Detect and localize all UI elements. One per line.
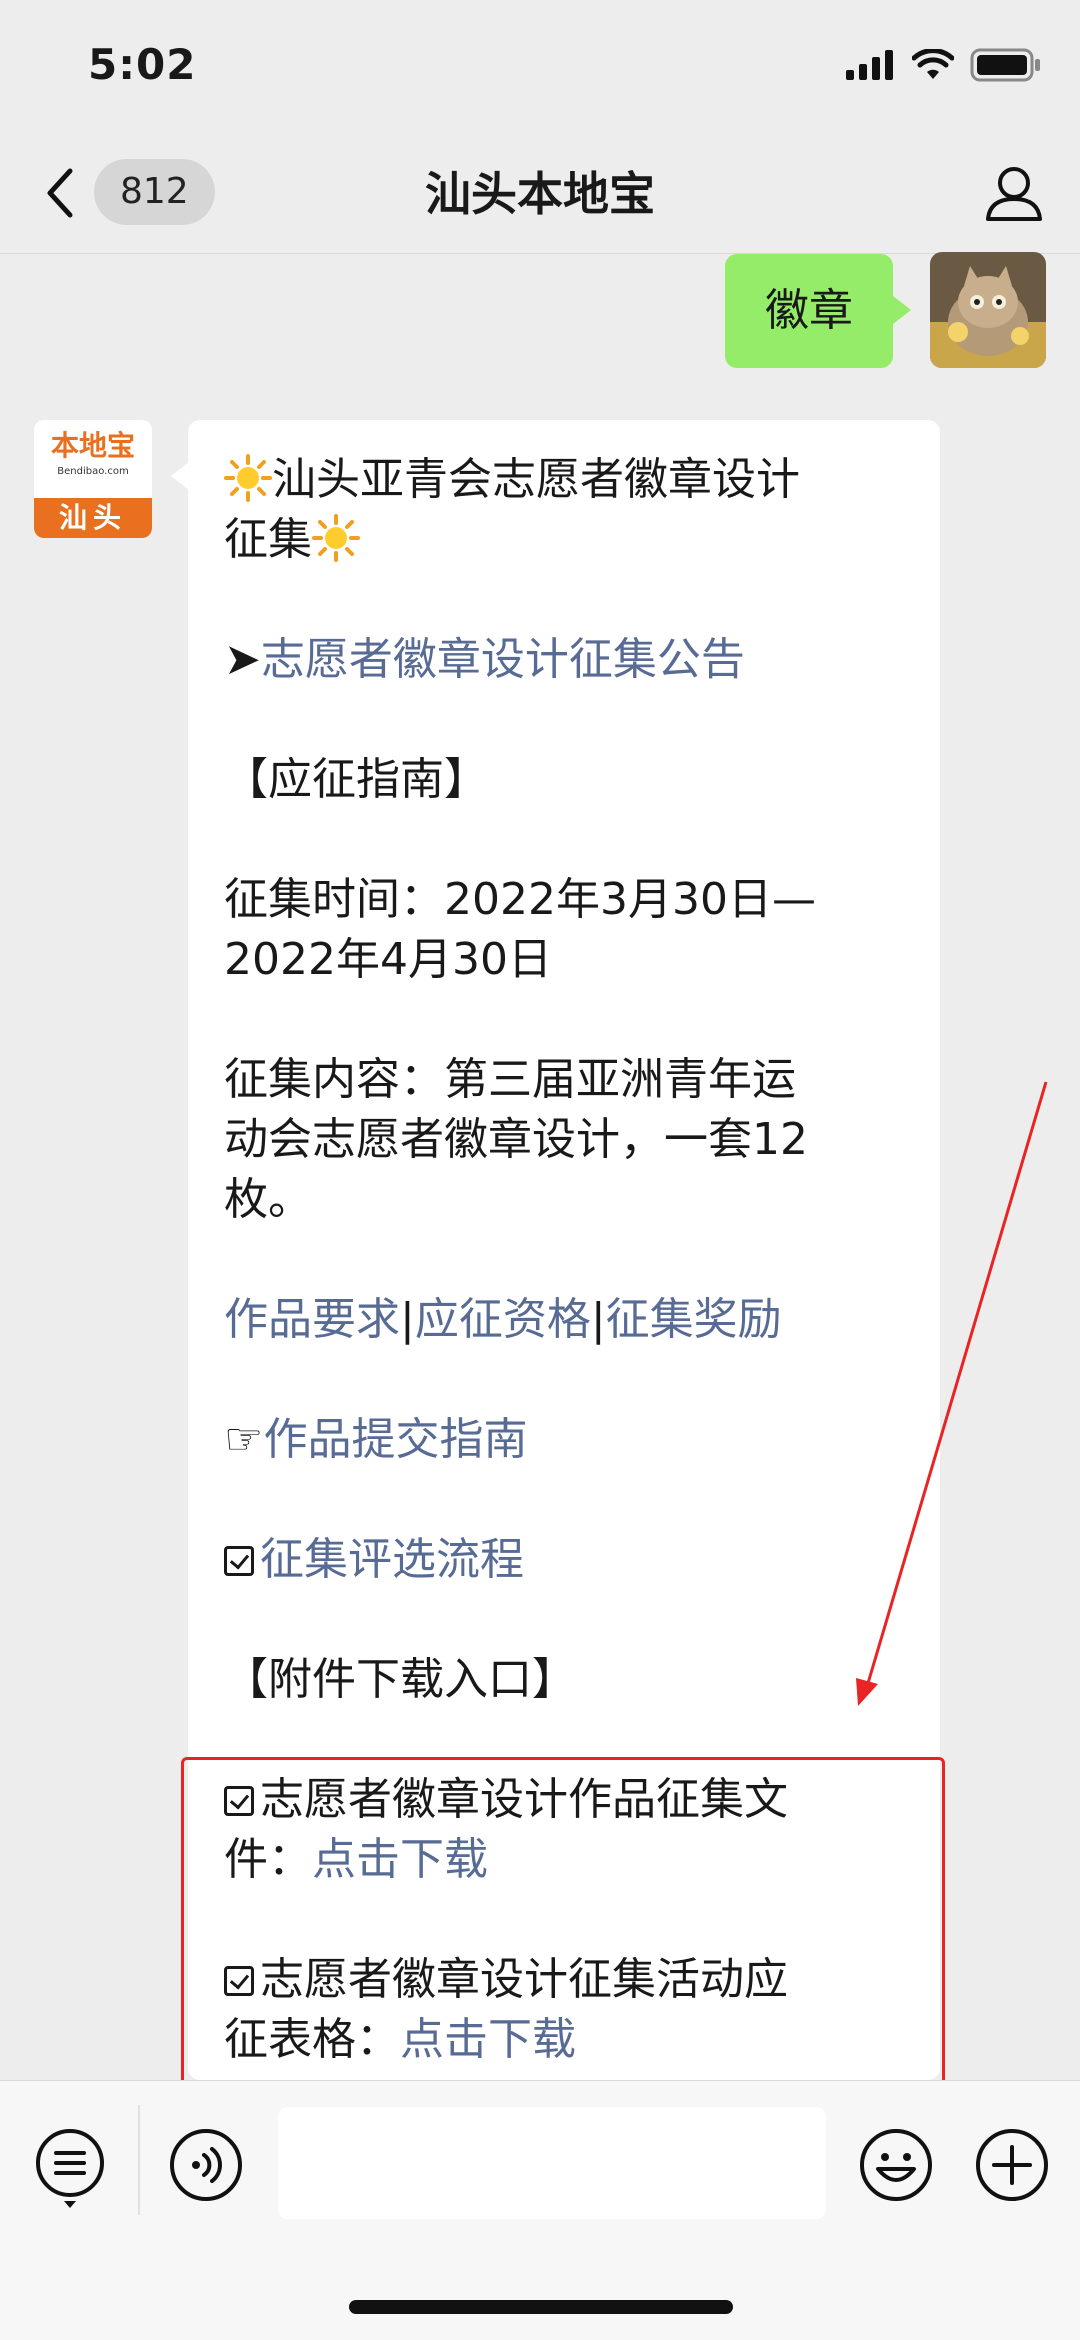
bar-divider	[138, 2105, 140, 2215]
collection-content-line3: 枚。	[224, 1174, 312, 1225]
official-account-avatar[interactable]: 本地宝 Bendibao.com 汕头	[34, 420, 152, 538]
add-plus-icon[interactable]	[974, 2127, 1050, 2203]
profile-icon[interactable]	[982, 161, 1046, 225]
menu-list-icon[interactable]	[34, 2127, 106, 2209]
voice-input-icon[interactable]	[168, 2127, 244, 2203]
pointing-hand-icon: ☞	[224, 1414, 264, 1465]
home-indicator[interactable]	[349, 2300, 733, 2314]
collection-time-line1: 征集时间：2022年3月30日—	[224, 874, 816, 925]
status-icons	[846, 48, 1042, 82]
chat-title: 汕头本地宝	[425, 167, 655, 221]
logo-url-text: Bendibao.com	[57, 466, 129, 477]
signal-icon	[846, 50, 893, 80]
guide-heading: 【应征指南】	[224, 754, 488, 805]
eligibility-link[interactable]: 应征资格	[415, 1294, 591, 1345]
user-avatar[interactable]	[930, 252, 1046, 368]
emoji-icon[interactable]	[858, 2127, 934, 2203]
link-separator: |	[400, 1294, 415, 1345]
annotation-highlight-box	[181, 1757, 945, 2092]
selection-process-link[interactable]: 征集评选流程	[260, 1534, 524, 1585]
status-time: 5:02	[88, 40, 197, 89]
message-text-input[interactable]	[278, 2107, 826, 2219]
sun-emoji-icon	[224, 454, 272, 502]
announcement-link[interactable]: 志愿者徽章设计征集公告	[261, 634, 745, 685]
checkbox-icon	[224, 1546, 254, 1576]
wifi-icon	[912, 49, 954, 79]
logo-city-text: 汕头	[34, 498, 152, 538]
arrow-icon: ➤	[224, 634, 261, 685]
cat-avatar-image	[930, 252, 1046, 368]
submission-guide-link[interactable]: 作品提交指南	[263, 1414, 527, 1465]
status-bar: 5:02	[0, 0, 1080, 135]
nav-bar: 812 汕头本地宝	[0, 135, 1080, 254]
battery-icon	[970, 48, 1040, 82]
download-heading: 【附件下载入口】	[224, 1654, 576, 1705]
message-bubble-tail	[171, 462, 189, 490]
link-separator: |	[590, 1294, 606, 1345]
message-title-cont: 征集	[224, 514, 312, 565]
rewards-link[interactable]: 征集奖励	[606, 1294, 782, 1345]
collection-content-line2: 动会志愿者徽章设计，一套12	[224, 1114, 808, 1165]
sun-emoji-icon	[312, 514, 360, 562]
collection-content-line1: 征集内容：第三届亚洲青年运	[224, 1054, 796, 1105]
logo-brand-text: 本地宝	[50, 429, 135, 462]
requirements-link[interactable]: 作品要求	[224, 1294, 400, 1345]
collection-time-line2: 2022年4月30日	[224, 934, 552, 985]
sent-message-bubble[interactable]: 徽章	[725, 254, 911, 368]
message-title: 汕头亚青会志愿者徽章设计	[224, 450, 800, 510]
